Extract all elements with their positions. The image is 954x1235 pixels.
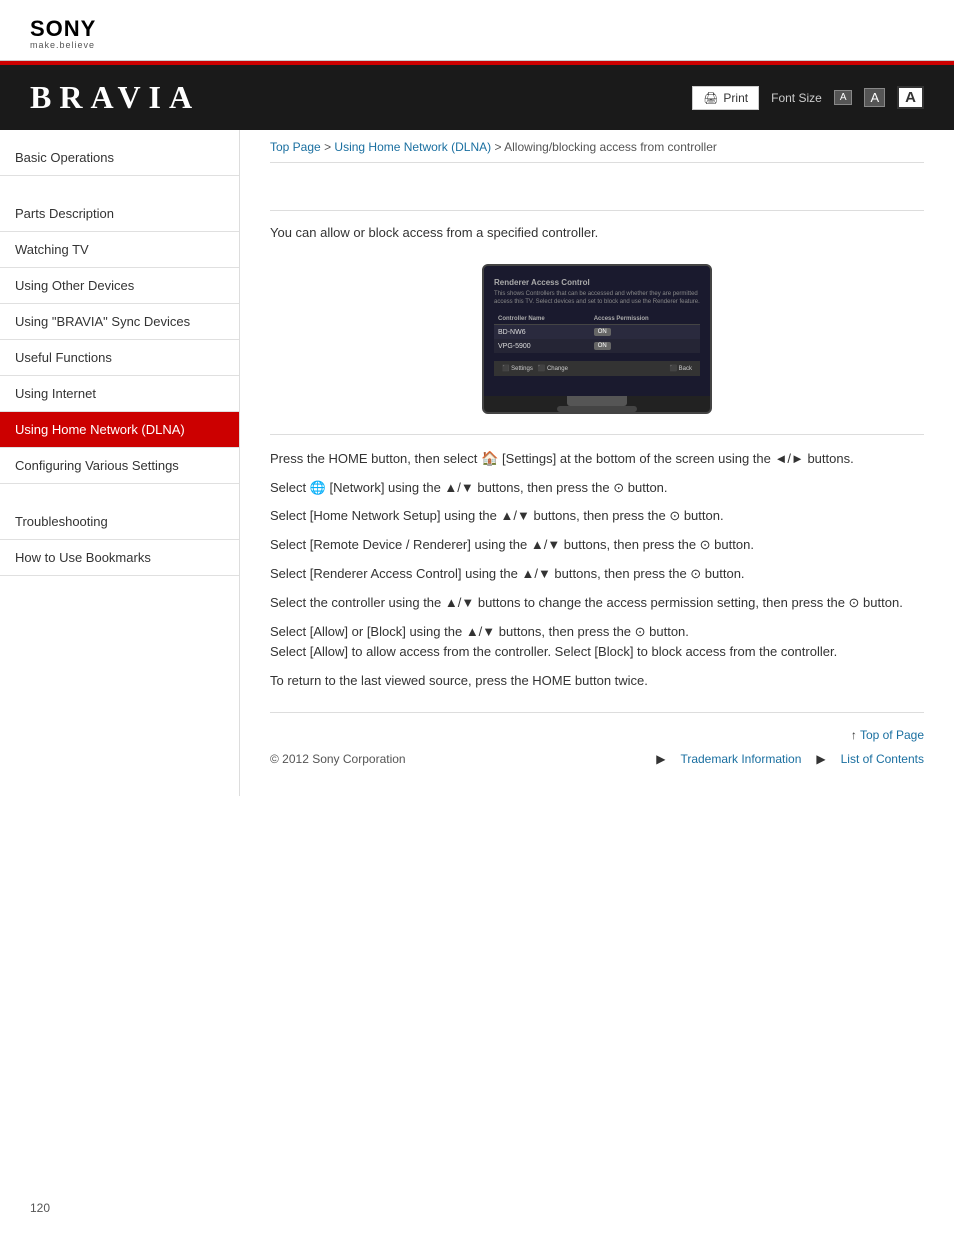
breadcrumb-sep1: > xyxy=(324,140,334,154)
sidebar-item-parts-description[interactable]: Parts Description xyxy=(0,196,239,232)
sidebar-gap-2 xyxy=(0,484,239,504)
tv-footer-back: ⬛ Back xyxy=(670,365,692,372)
top-of-page-link[interactable]: Top of Page xyxy=(860,728,924,742)
tv-table: Controller Name Access Permission BD-NW6… xyxy=(494,314,700,353)
footer: ↑ Top of Page © 2012 Sony Corporation ▶ … xyxy=(270,712,924,766)
trademark-link[interactable]: Trademark Information xyxy=(680,752,801,766)
arrow-up-icon: ↑ xyxy=(851,728,860,742)
print-button[interactable]: 🖨 Print xyxy=(692,86,759,110)
tv-footer-settings: ⬛ Settings ⬛ Change xyxy=(502,365,568,372)
font-size-label: Font Size xyxy=(771,91,822,105)
tv-screenshot: Renderer Access Control This shows Contr… xyxy=(482,264,712,414)
bravia-title: BRAVIA xyxy=(30,79,200,116)
breadcrumb-sep2: > xyxy=(494,140,504,154)
tv-device-1: BD-NW6 xyxy=(494,325,590,340)
content-area: Top Page > Using Home Network (DLNA) > A… xyxy=(240,130,954,796)
sidebar-item-configuring-various-settings[interactable]: Configuring Various Settings xyxy=(0,448,239,484)
instruction-5: Select [Renderer Access Control] using t… xyxy=(270,564,924,585)
instruction-6: Select the controller using the ▲/▼ butt… xyxy=(270,593,924,614)
footer-copyright: © 2012 Sony Corporation xyxy=(270,752,406,766)
instruction-3: Select [Home Network Setup] using the ▲/… xyxy=(270,506,924,527)
divider-mid xyxy=(270,434,924,435)
breadcrumb: Top Page > Using Home Network (DLNA) > A… xyxy=(270,130,924,163)
instruction-7: Select [Allow] or [Block] using the ▲/▼ … xyxy=(270,622,924,664)
header: SONY make.believe xyxy=(0,0,954,61)
tv-base xyxy=(557,406,637,412)
breadcrumb-current: Allowing/blocking access from controller xyxy=(504,140,717,154)
tv-screen-title: Renderer Access Control xyxy=(494,278,700,287)
sidebar-item-troubleshooting[interactable]: Troubleshooting xyxy=(0,504,239,540)
sidebar-item-using-internet[interactable]: Using Internet xyxy=(0,376,239,412)
tv-col-name: Controller Name xyxy=(494,314,590,325)
tv-footer: ⬛ Settings ⬛ Change ⬛ Back xyxy=(494,361,700,376)
page-wrapper: SONY make.believe BRAVIA 🖨 Print Font Si… xyxy=(0,0,954,1235)
tv-device-2: VPG-5900 xyxy=(494,339,590,353)
printer-icon: 🖨 xyxy=(703,91,718,105)
title-spacer xyxy=(270,178,924,198)
return-note: To return to the last viewed source, pre… xyxy=(270,671,924,692)
tv-screen: Renderer Access Control This shows Contr… xyxy=(484,266,710,396)
contents-arrow: ▶ xyxy=(816,752,825,766)
tv-row-2: VPG-5900 ON xyxy=(494,339,700,353)
top-of-page: ↑ Top of Page xyxy=(270,728,924,742)
page-number: 120 xyxy=(30,1201,50,1215)
footer-links: ▶ Trademark Information ▶ List of Conten… xyxy=(656,752,924,766)
instruction-1: Press the HOME button, then select 🏠 [Se… xyxy=(270,447,924,470)
main-layout: Basic Operations Parts Description Watch… xyxy=(0,130,954,796)
sidebar-item-using-bravia-sync[interactable]: Using "BRAVIA" Sync Devices xyxy=(0,304,239,340)
trademark-arrow: ▶ xyxy=(656,752,665,766)
sidebar-item-using-other-devices[interactable]: Using Other Devices xyxy=(0,268,239,304)
tv-permission-2: ON xyxy=(590,339,700,353)
footer-bottom: © 2012 Sony Corporation ▶ Trademark Info… xyxy=(270,752,924,766)
font-small-button[interactable]: A xyxy=(834,90,853,105)
tv-stand xyxy=(567,396,627,406)
sidebar-item-useful-functions[interactable]: Useful Functions xyxy=(0,340,239,376)
list-of-contents-link[interactable]: List of Contents xyxy=(841,752,924,766)
sidebar-item-watching-tv[interactable]: Watching TV xyxy=(0,232,239,268)
tv-permission-1: ON xyxy=(590,325,700,340)
print-label: Print xyxy=(723,91,748,105)
instructions: Press the HOME button, then select 🏠 [Se… xyxy=(270,447,924,663)
instruction-4: Select [Remote Device / Renderer] using … xyxy=(270,535,924,556)
sony-logo: SONY xyxy=(30,18,924,40)
divider-top xyxy=(270,210,924,211)
sidebar-item-how-to-use-bookmarks[interactable]: How to Use Bookmarks xyxy=(0,540,239,576)
sidebar-item-basic-operations[interactable]: Basic Operations xyxy=(0,140,239,176)
sidebar-gap-1 xyxy=(0,176,239,196)
font-large-button[interactable]: A xyxy=(897,86,924,109)
toolbar-right: 🖨 Print Font Size A A A xyxy=(692,86,924,110)
intro-text: You can allow or block access from a spe… xyxy=(270,223,924,244)
tv-col-permission: Access Permission xyxy=(590,314,700,325)
breadcrumb-using-home-network[interactable]: Using Home Network (DLNA) xyxy=(334,140,491,154)
tv-row-1: BD-NW6 ON xyxy=(494,325,700,340)
instruction-2: Select 🌐 [Network] using the ▲/▼ buttons… xyxy=(270,478,924,499)
sony-tagline: make.believe xyxy=(30,40,924,50)
font-medium-button[interactable]: A xyxy=(864,88,885,107)
breadcrumb-top-page[interactable]: Top Page xyxy=(270,140,321,154)
tv-screen-subtitle: This shows Controllers that can be acces… xyxy=(494,291,700,307)
brand-bar: BRAVIA 🖨 Print Font Size A A A xyxy=(0,61,954,130)
sidebar: Basic Operations Parts Description Watch… xyxy=(0,130,240,796)
sidebar-item-using-home-network[interactable]: Using Home Network (DLNA) xyxy=(0,412,239,448)
tv-screenshot-wrapper: Renderer Access Control This shows Contr… xyxy=(270,264,924,414)
